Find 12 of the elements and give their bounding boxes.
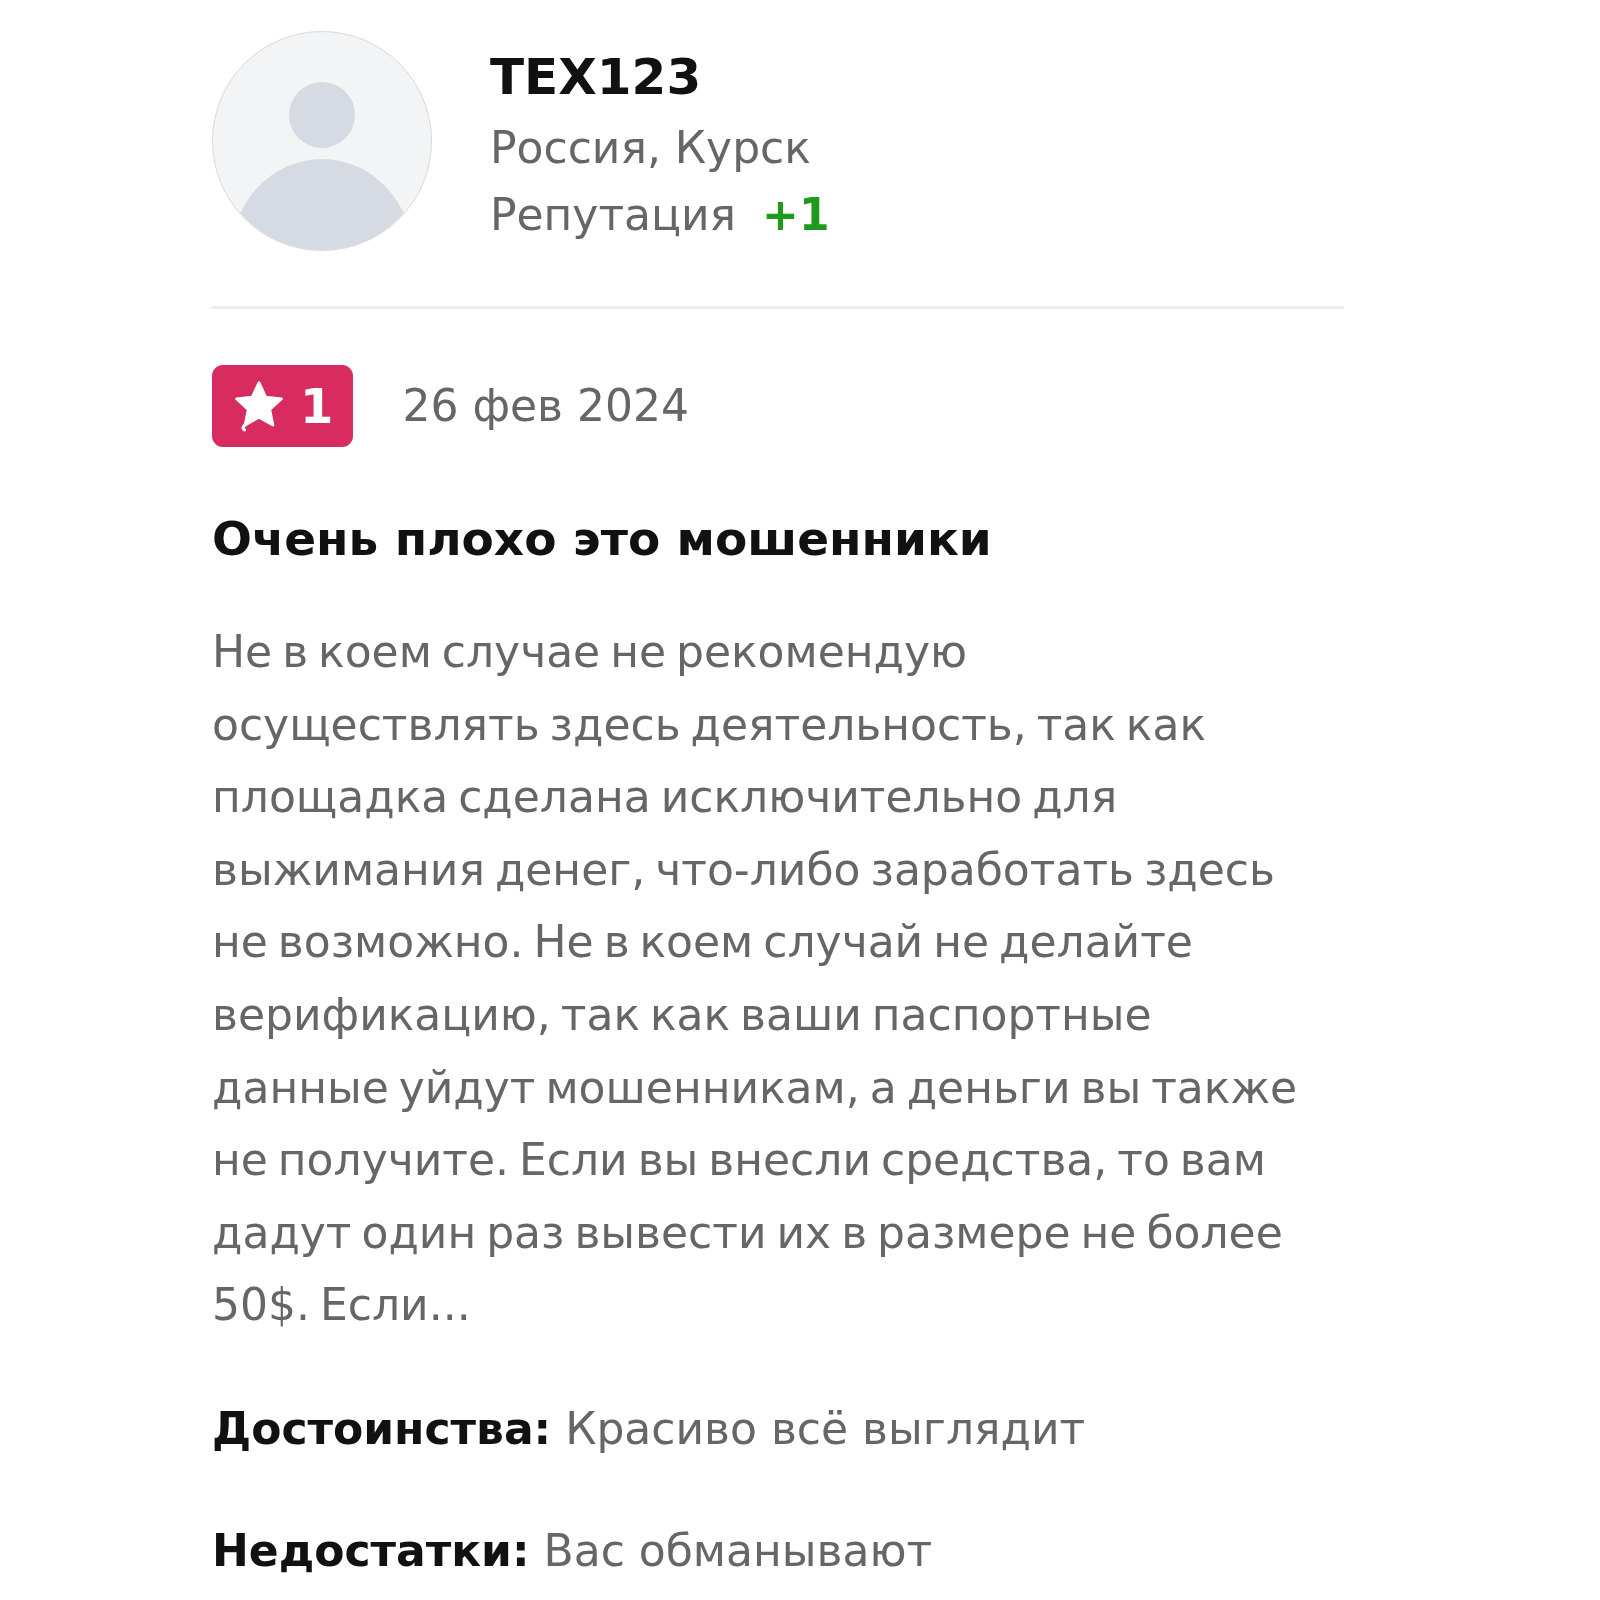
review-detail: Достоинства: Красиво всё выглядит — [212, 1401, 1086, 1456]
location-text: Россия, Курск — [490, 121, 811, 175]
review-date: 26 фев 2024 — [402, 379, 689, 433]
review-title: Очень плохо это мошенники — [212, 510, 992, 568]
review-text: Не в коем случае не рекомендую осуществлять здесь деятельность, так как площадка сделана исключительно для выжимания денег, что-либо заработать здесь не возможно. Не в коем случай не делайте верификацию, так как ваши паспортные данные уйдут мошенникам, а деньги вы также не получите. Если вы внесли средства, то вам дадут один раз вывести их в размере не более 50$. Если... — [212, 625, 1299, 1333]
reputation-score: +1 — [762, 188, 830, 242]
review-detail: Недостатки: Вас обманывают — [212, 1523, 933, 1578]
star-icon — [232, 379, 286, 433]
rating-value: 1 — [300, 382, 334, 430]
reputation-label: Репутация — [490, 188, 737, 242]
avatar-icon — [212, 31, 432, 251]
username: TEX123 — [490, 47, 702, 107]
